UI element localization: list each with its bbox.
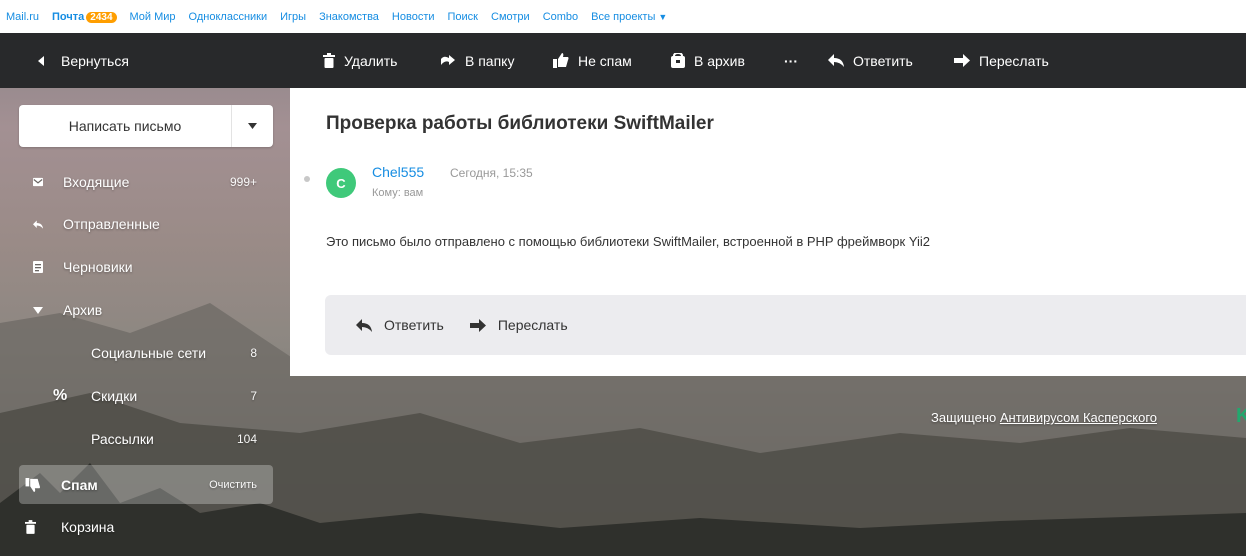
letter-body: Это письмо было отправлено с помощью биб… xyxy=(326,234,931,249)
folder-spam[interactable]: Спам Очистить xyxy=(19,465,273,504)
portal-link-mailru[interactable]: Mail.ru xyxy=(6,11,39,23)
read-status-dot[interactable] xyxy=(304,176,310,182)
folder-social[interactable]: Социальные сети 8 xyxy=(19,335,273,371)
folder-drafts-label: Черновики xyxy=(63,259,133,275)
caret-down-icon xyxy=(248,123,257,129)
move-to-folder-label: В папку xyxy=(465,52,515,69)
thumbs-up-icon xyxy=(553,53,569,68)
archive-button[interactable]: В архив xyxy=(671,53,745,69)
all-projects-menu[interactable]: Все проекты ▼ xyxy=(591,11,667,23)
compose-dropdown-button[interactable] xyxy=(232,105,273,147)
portal-link-combo[interactable]: Combo xyxy=(543,11,578,23)
portal-link-news[interactable]: Новости xyxy=(392,11,435,23)
portal-link-mail-label: Почта xyxy=(52,10,85,23)
move-to-folder-button[interactable]: В папку xyxy=(440,53,514,69)
portal-link-dating[interactable]: Знакомства xyxy=(319,11,379,23)
forward-button[interactable]: Переслать xyxy=(954,53,1049,69)
folder-social-label: Социальные сети xyxy=(91,345,207,361)
folder-drafts[interactable]: Черновики xyxy=(19,249,273,285)
sent-icon xyxy=(19,219,43,230)
protected-label: Защищено xyxy=(931,410,997,425)
portal-bar: Mail.ru Почта 2434 Мой Мир Одноклассники … xyxy=(0,0,1246,33)
reply-label: Ответить xyxy=(853,52,913,69)
portal-link-search[interactable]: Поиск xyxy=(448,11,478,23)
trash-icon xyxy=(19,520,43,534)
mail-count-badge: 2434 xyxy=(86,11,117,23)
portal-link-games[interactable]: Игры xyxy=(280,11,306,23)
folder-social-count: 8 xyxy=(250,346,257,360)
folder-sent-label: Отправленные xyxy=(63,216,160,232)
quick-reply-label: Ответить xyxy=(384,317,444,333)
spam-icon xyxy=(19,477,43,492)
message-toolbar: Вернуться Удалить В папку Не спам В архи… xyxy=(0,33,1246,88)
reply-icon xyxy=(356,318,372,332)
letter-subject: Проверка работы библиотеки SwiftMailer xyxy=(326,113,714,134)
archive-icon xyxy=(671,53,685,68)
folder-newsletters[interactable]: Рассылки 104 xyxy=(19,421,273,457)
folder-trash-label: Корзина xyxy=(61,519,115,535)
portal-link-myworld[interactable]: Мой Мир xyxy=(130,11,176,23)
forward-icon xyxy=(469,318,486,332)
reply-icon xyxy=(828,54,844,67)
quick-reply-button[interactable]: Ответить xyxy=(356,317,444,333)
avatar[interactable]: C xyxy=(326,168,356,198)
kaspersky-link[interactable]: Антивирусом Касперского xyxy=(1000,410,1157,425)
people-icon xyxy=(19,348,53,359)
forward-label: Переслать xyxy=(979,52,1049,69)
more-icon: ··· xyxy=(784,52,798,69)
folder-spam-label: Спам xyxy=(61,476,98,493)
sidebar: Написать письмо Входящие 999+ Отправленн… xyxy=(0,88,290,556)
trash-icon xyxy=(323,53,335,68)
folder-inbox-label: Входящие xyxy=(63,174,130,190)
folder-discounts[interactable]: % Скидки 7 xyxy=(19,378,273,414)
quick-forward-label: Переслать xyxy=(497,317,568,333)
delete-button[interactable]: Удалить xyxy=(323,53,397,69)
not-spam-button[interactable]: Не спам xyxy=(553,53,632,69)
all-projects-label: Все проекты xyxy=(591,10,656,23)
caret-down-icon: ▼ xyxy=(658,11,668,22)
portal-link-ok[interactable]: Одноклассники xyxy=(189,11,268,23)
archive-label: В архив xyxy=(694,52,745,69)
folder-newsletters-count: 104 xyxy=(236,432,257,446)
recipient-line: Кому: вам xyxy=(372,187,424,199)
reply-button[interactable]: Ответить xyxy=(828,53,913,69)
folder-newsletters-label: Рассылки xyxy=(91,431,154,447)
folder-sent[interactable]: Отправленные xyxy=(19,206,273,242)
back-label: Вернуться xyxy=(61,52,129,69)
sender-name[interactable]: Chel555 xyxy=(372,164,424,180)
newsletter-icon xyxy=(19,433,53,446)
folder-archive-label: Архив xyxy=(63,302,103,318)
quick-reply-bar: Ответить Переслать xyxy=(325,295,1246,355)
delete-label: Удалить xyxy=(344,52,398,69)
letter-panel: Проверка работы библиотеки SwiftMailer C… xyxy=(290,88,1246,376)
move-folder-icon xyxy=(441,54,455,65)
folder-archive[interactable]: Архив xyxy=(19,292,273,328)
percent-icon: % xyxy=(53,387,68,404)
not-spam-label: Не спам xyxy=(578,52,632,69)
compose-button[interactable]: Написать письмо xyxy=(19,118,231,134)
kaspersky-protection: Защищено Антивирусом Касперского xyxy=(931,410,1157,425)
caret-down-icon xyxy=(19,306,43,314)
inbox-icon xyxy=(19,177,43,187)
portal-link-mail[interactable]: Почта 2434 xyxy=(52,11,117,23)
kaspersky-logo: K xyxy=(1236,405,1246,427)
clear-spam-button[interactable]: Очистить xyxy=(209,479,273,491)
folder-inbox-count: 999+ xyxy=(229,175,257,189)
portal-link-watch[interactable]: Смотри xyxy=(491,11,530,23)
compose-split-button: Написать письмо xyxy=(19,105,273,147)
back-arrow-icon xyxy=(38,55,44,66)
folder-discounts-count: 7 xyxy=(250,389,257,403)
drafts-icon xyxy=(19,261,43,273)
folder-discounts-label: Скидки xyxy=(91,388,138,404)
letter-date: Сегодня, 15:35 xyxy=(450,166,533,180)
more-button[interactable]: ··· xyxy=(784,53,798,69)
back-button[interactable]: Вернуться xyxy=(36,53,129,69)
forward-icon xyxy=(954,54,970,67)
folder-trash[interactable]: Корзина xyxy=(19,509,273,545)
folder-inbox[interactable]: Входящие 999+ xyxy=(19,164,273,200)
quick-forward-button[interactable]: Переслать xyxy=(469,317,568,333)
